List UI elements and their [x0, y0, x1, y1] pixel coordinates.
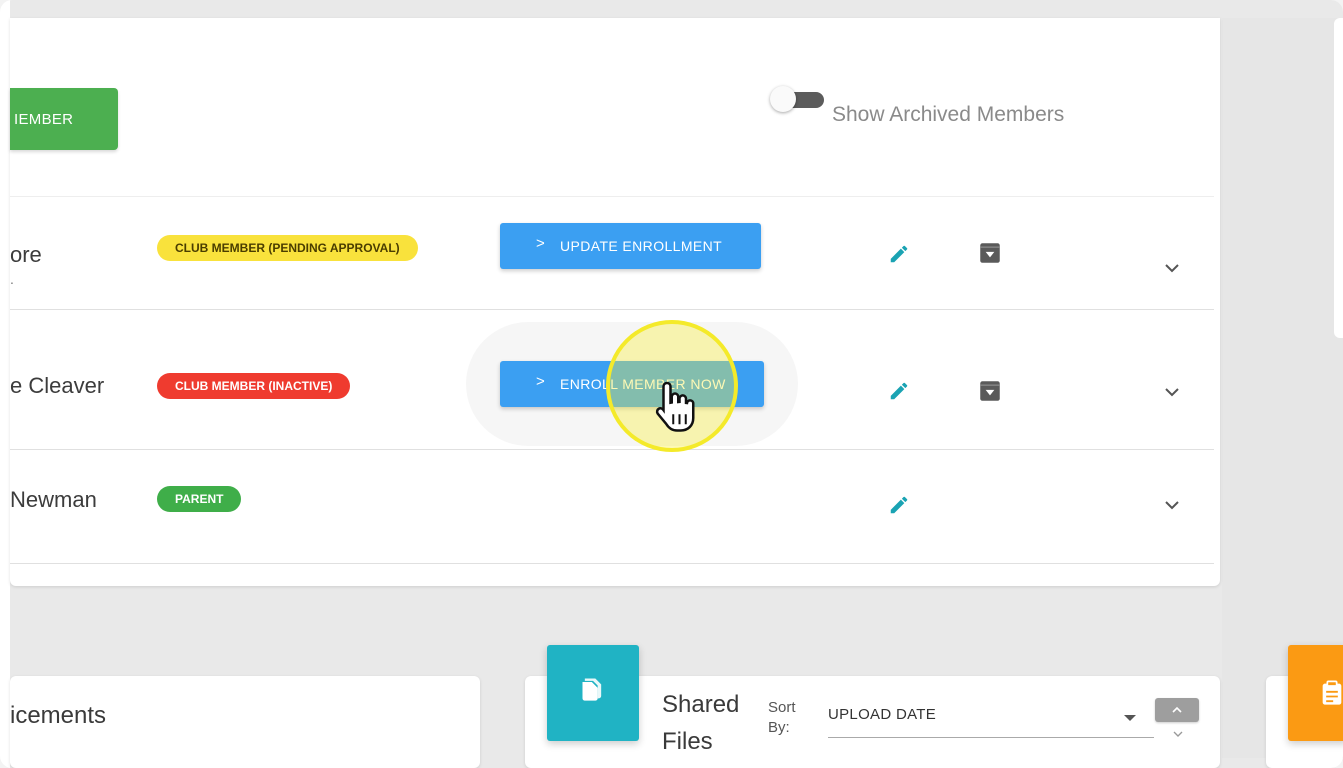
status-badge: CLUB MEMBER (PENDING APPROVAL) [157, 235, 418, 261]
chevron-down-icon[interactable] [1168, 726, 1188, 742]
member-row: Newman PARENT [10, 450, 1214, 564]
add-member-button[interactable]: IEMBER [10, 88, 118, 150]
clipboard-tile [1288, 645, 1343, 741]
app-frame: IEMBER Show Archived Members ore . CLUB … [0, 0, 1343, 768]
sort-by-label-line2: By: [768, 719, 790, 736]
sort-select-underline [828, 737, 1154, 738]
member-name: Newman [10, 487, 97, 512]
pencil-icon[interactable] [888, 243, 910, 265]
files-tile [547, 645, 639, 741]
pencil-icon[interactable] [888, 380, 910, 402]
chevron-right-icon: > [536, 373, 546, 390]
show-archived-toggle[interactable] [770, 86, 824, 112]
clipboard-icon [1322, 680, 1342, 705]
shared-files-title-line2: Files [662, 728, 713, 755]
sort-select[interactable]: UPLOAD DATE [828, 706, 936, 723]
chevron-right-icon: > [536, 235, 546, 252]
archive-box-icon[interactable] [977, 240, 1003, 266]
chevron-down-icon[interactable] [1160, 256, 1184, 280]
status-badge: PARENT [157, 486, 242, 512]
dropdown-caret-icon[interactable] [1124, 715, 1136, 721]
shared-files-title-line1: Shared [662, 691, 740, 718]
hand-cursor-icon [655, 381, 695, 432]
update-enrollment-label: UPDATE ENROLLMENT [560, 238, 723, 254]
member-name: e Cleaver [10, 373, 105, 398]
sort-direction-button[interactable] [1155, 698, 1199, 722]
add-member-label: IEMBER [14, 110, 74, 128]
status-badge: CLUB MEMBER (INACTIVE) [157, 373, 351, 399]
member-row: ore . CLUB MEMBER (PENDING APPROVAL) > U… [10, 196, 1214, 310]
sort-by-label-line1: Sort [768, 699, 796, 716]
member-subname: . [10, 271, 14, 287]
chevron-up-icon [1172, 706, 1182, 713]
sort-by-label: Sort By: [768, 698, 796, 738]
members-card: IEMBER Show Archived Members ore . CLUB … [10, 18, 1220, 586]
update-enrollment-button[interactable]: > UPDATE ENROLLMENT [500, 223, 761, 269]
shared-files-title: Shared Files [662, 686, 739, 760]
chevron-down-icon[interactable] [1160, 380, 1184, 404]
pencil-icon[interactable] [888, 494, 910, 516]
right-side-panel [1334, 18, 1343, 338]
files-icon [582, 678, 602, 701]
chevron-down-icon[interactable] [1160, 493, 1184, 517]
show-archived-label: Show Archived Members [832, 103, 1065, 126]
announcements-title: icements [10, 702, 107, 729]
toggle-knob [770, 86, 796, 112]
member-name: ore [10, 242, 42, 267]
archive-box-icon[interactable] [977, 378, 1003, 404]
